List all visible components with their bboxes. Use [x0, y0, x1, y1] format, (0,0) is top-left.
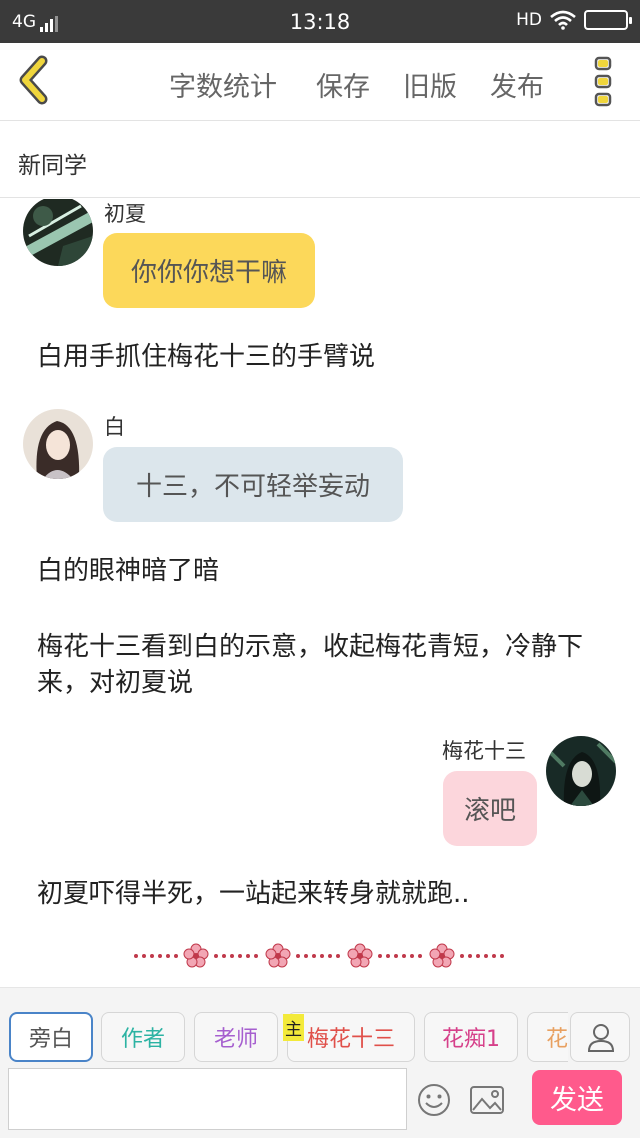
document-title-bar: 新同学 [0, 122, 640, 198]
main-character-badge: 主 [283, 1014, 304, 1041]
speaker-name: 初夏 [104, 202, 146, 226]
dialogue-bubble[interactable]: 滚吧 [443, 771, 537, 846]
save-button[interactable]: 保存 [316, 65, 370, 104]
role-tab-huachi1[interactable]: 花痴1 [424, 1012, 518, 1062]
smiley-icon [418, 1084, 450, 1116]
role-tab-meihua[interactable]: 梅花十三 [287, 1012, 415, 1062]
image-icon [470, 1086, 504, 1114]
role-tab-narrator[interactable]: 旁白 [9, 1012, 93, 1062]
avatar-chuxia[interactable] [23, 199, 93, 266]
back-button[interactable] [12, 55, 62, 105]
avatar-meihua[interactable] [546, 736, 616, 806]
narration-text[interactable]: 梅花十三看到白的示意，收起梅花青短，冷静下来，对初夏说 [37, 629, 607, 701]
battery-icon [584, 10, 632, 30]
story-content: 初夏 你你你想干嘛 白用手抓住梅花十三的手臂说 白 十三，不可轻举妄动 白的眼神… [0, 199, 640, 987]
dialogue-bubble[interactable]: 你你你想干嘛 [103, 233, 315, 308]
user-icon [587, 1024, 615, 1052]
chevron-left-icon [19, 55, 48, 105]
vertical-dots-icon [594, 56, 612, 107]
role-tab-author[interactable]: 作者 [101, 1012, 185, 1062]
more-menu-button[interactable] [592, 56, 616, 108]
message-input[interactable] [8, 1068, 407, 1130]
speaker-name: 梅花十三 [442, 739, 526, 763]
avatar-image [546, 736, 616, 806]
word-count-button[interactable]: 字数统计 [169, 65, 277, 104]
send-button[interactable]: 发送 [532, 1070, 622, 1125]
editor-toolbar: 字数统计 保存 旧版 发布 [0, 43, 640, 121]
old-version-button[interactable]: 旧版 [403, 65, 457, 104]
role-tab-partial[interactable]: 花 [527, 1012, 568, 1062]
avatar-bai[interactable] [23, 409, 93, 479]
status-bar: 4G 13:18 HD [0, 0, 640, 43]
publish-button[interactable]: 发布 [490, 65, 544, 104]
wifi-icon [550, 10, 576, 30]
speaker-name: 白 [104, 415, 125, 439]
document-title[interactable]: 新同学 [18, 146, 87, 180]
plum-blossom-divider [134, 943, 504, 968]
avatar-image [23, 409, 93, 479]
emoji-button[interactable] [416, 1082, 452, 1118]
role-selector: 旁白 作者 老师 梅花十三 主 花痴1 花 [0, 988, 568, 1068]
dialogue-bubble[interactable]: 十三，不可轻举妄动 [103, 447, 403, 522]
role-tab-teacher[interactable]: 老师 [194, 1012, 278, 1062]
narration-text[interactable]: 白用手抓住梅花十三的手臂说 [37, 339, 607, 375]
avatar-image [23, 199, 93, 266]
image-button[interactable] [468, 1082, 506, 1118]
status-right: HD [516, 10, 632, 30]
character-manage-button[interactable] [570, 1012, 630, 1062]
narration-text[interactable]: 白的眼神暗了暗 [37, 553, 607, 589]
narration-text[interactable]: 初夏吓得半死，一站起来转身就就跑.. [37, 876, 607, 912]
hd-indicator: HD [516, 10, 542, 30]
input-panel: 旁白 作者 老师 梅花十三 主 花痴1 花 发送 [0, 987, 640, 1138]
